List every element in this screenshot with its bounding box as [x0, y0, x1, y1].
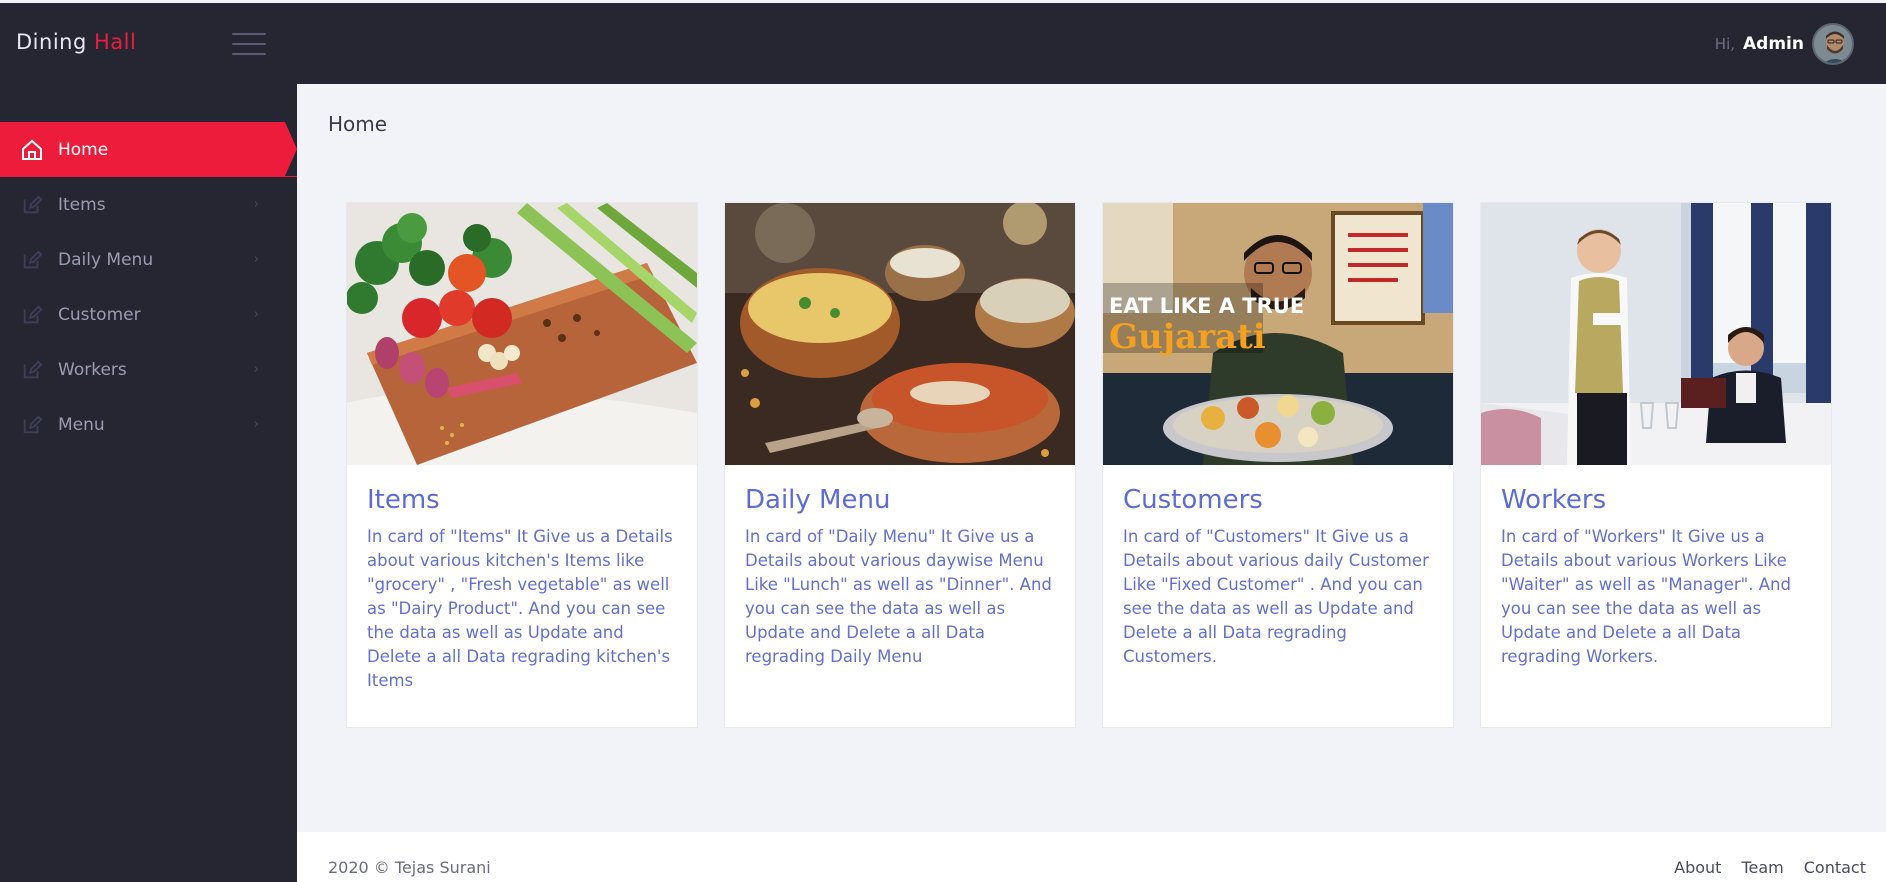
sidebar-item-label: Items: [58, 194, 106, 215]
card-title: Daily Menu: [745, 485, 891, 515]
chevron-right-icon: ›: [253, 417, 259, 432]
footer-link-team[interactable]: Team: [1741, 858, 1783, 877]
card-items[interactable]: Items In card of "Items" It Give us a De…: [346, 202, 698, 728]
vegetables-image: [347, 203, 697, 465]
card-title: Workers: [1501, 485, 1607, 515]
edit-icon: [20, 413, 44, 437]
chevron-right-icon: ›: [253, 307, 259, 322]
footer-link-about[interactable]: About: [1674, 858, 1721, 877]
sidebar-item-label: Customer: [58, 304, 141, 325]
card-daily-menu[interactable]: Daily Menu In card of "Daily Menu" It Gi…: [724, 202, 1076, 728]
waiter-image: [1481, 203, 1831, 465]
sidebar-item-customer[interactable]: Customer ›: [0, 287, 297, 342]
sidebar-item-label: Workers: [58, 359, 127, 380]
chevron-right-icon: ›: [253, 252, 259, 267]
card-customers[interactable]: EAT LIKE A TRUE Gujarati Customers In ca…: [1102, 202, 1454, 728]
brand-logo[interactable]: Dining Hall: [16, 30, 136, 54]
sidebar: Home Items › Daily Menu › Customer › Wor…: [0, 84, 297, 882]
brand-text-hall: Hall: [93, 30, 137, 54]
card-text: In card of "Items" It Give us a Details …: [367, 527, 673, 690]
sidebar-item-menu[interactable]: Menu ›: [0, 397, 297, 452]
page-title: Home: [328, 112, 388, 136]
image-overlay-line1: EAT LIKE A TRUE: [1109, 294, 1304, 318]
card-title: Customers: [1123, 485, 1263, 515]
sidebar-item-items[interactable]: Items ›: [0, 177, 297, 232]
card-text: In card of "Workers" It Give us a Detail…: [1501, 527, 1791, 666]
indian-food-image: [725, 203, 1075, 465]
card-text: In card of "Daily Menu" It Give us a Det…: [745, 527, 1052, 666]
sidebar-item-home[interactable]: Home: [0, 122, 297, 177]
edit-icon: [20, 303, 44, 327]
sidebar-item-label: Daily Menu: [58, 249, 154, 270]
hamburger-menu-icon[interactable]: [232, 33, 266, 55]
avatar[interactable]: [1812, 23, 1854, 65]
edit-icon: [20, 193, 44, 217]
chevron-right-icon: ›: [253, 362, 259, 377]
copyright-text: 2020 © Tejas Surani: [328, 858, 491, 877]
home-icon: [20, 138, 44, 162]
footer-link-contact[interactable]: Contact: [1804, 858, 1866, 877]
card-workers[interactable]: Workers In card of "Workers" It Give us …: [1480, 202, 1832, 728]
card-text: In card of "Customers" It Give us a Deta…: [1123, 527, 1429, 666]
sidebar-item-daily-menu[interactable]: Daily Menu ›: [0, 232, 297, 287]
greeting-text: Hi,: [1714, 35, 1736, 53]
brand-text-dining: Dining: [16, 30, 94, 54]
sidebar-item-label: Home: [58, 139, 109, 160]
sidebar-item-label: Menu: [58, 414, 105, 435]
footer-links: About Team Contact: [1674, 858, 1866, 877]
top-navbar: Dining Hall Hi, Admin: [0, 0, 1886, 84]
username: Admin: [1743, 34, 1804, 54]
edit-icon: [20, 248, 44, 272]
image-overlay-line2: Gujarati: [1109, 317, 1266, 357]
card-title: Items: [367, 485, 440, 515]
edit-icon: [20, 358, 44, 382]
footer: 2020 © Tejas Surani About Team Contact: [297, 832, 1886, 882]
customer-thali-image: EAT LIKE A TRUE Gujarati: [1103, 203, 1453, 465]
user-menu[interactable]: Hi, Admin: [1715, 22, 1854, 66]
chevron-right-icon: ›: [253, 197, 259, 212]
sidebar-item-workers[interactable]: Workers ›: [0, 342, 297, 397]
